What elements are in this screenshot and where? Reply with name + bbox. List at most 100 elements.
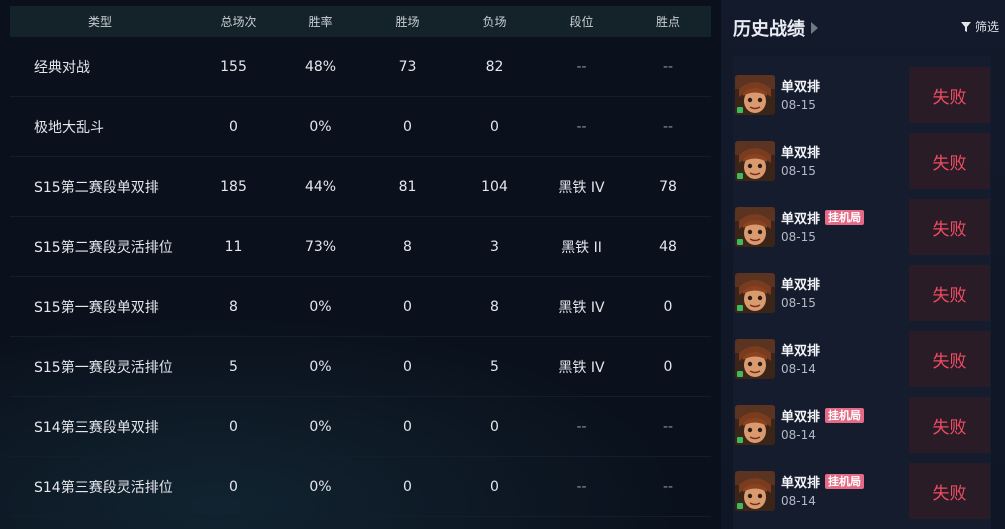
cell-wins: 73	[398, 58, 417, 75]
match-mode-label: 单双排	[781, 344, 821, 359]
cell-rank: 黑铁 II	[561, 239, 602, 256]
afk-badge: 挂机局	[825, 408, 865, 423]
table-row[interactable]: S15第二赛段单双排 185 44% 81 104 黑铁 IV 78	[10, 157, 711, 217]
cell-wins: 0	[403, 358, 412, 375]
match-item[interactable]: 单双排 挂机局 08-14 失败	[733, 392, 991, 458]
cell-losses: 82	[485, 58, 504, 75]
match-date: 08-15	[781, 98, 816, 112]
table-header: 类型 总场次 胜率 胜场 负场 段位 胜点	[10, 6, 711, 37]
cell-wins: 0	[403, 298, 412, 315]
match-date: 08-14	[781, 362, 816, 376]
match-mode: 单双排 挂机局	[781, 472, 865, 491]
match-result: 失败	[909, 265, 990, 321]
match-mode: 单双排 挂机局	[781, 208, 865, 227]
cell-wins: 8	[403, 238, 412, 255]
cell-total-games: 0	[229, 118, 238, 135]
chevron-right-icon[interactable]	[811, 22, 818, 34]
cell-losses: 8	[490, 298, 499, 315]
table-row[interactable]: S15第一赛段灵活排位 5 0% 0 5 黑铁 IV 0	[10, 337, 711, 397]
match-item[interactable]: 单双排 08-15 失败	[733, 62, 991, 128]
cell-rank: --	[576, 118, 587, 135]
match-date: 08-14	[781, 428, 816, 442]
cell-lp: 78	[659, 178, 677, 195]
table-row[interactable]: S15第一赛段单双排 8 0% 0 8 黑铁 IV 0	[10, 277, 711, 337]
match-item[interactable]: 单双排 挂机局 08-15 失败	[733, 194, 991, 260]
cell-wins: 0	[403, 418, 412, 435]
cell-type: 经典对战	[34, 59, 90, 76]
cell-win-rate: 0%	[309, 478, 332, 495]
match-result: 失败	[909, 331, 990, 387]
cell-losses: 104	[481, 178, 508, 195]
match-mode-label: 单双排	[781, 146, 821, 161]
match-date: 08-15	[781, 230, 816, 244]
header-wins: 胜场	[395, 15, 420, 29]
table-row[interactable]: S14第三赛段灵活排位 0 0% 0 0 -- --	[10, 457, 711, 517]
cell-type: S15第一赛段单双排	[34, 299, 159, 316]
cell-type: S14第三赛段单双排	[34, 419, 159, 436]
cell-losses: 0	[490, 418, 499, 435]
afk-badge: 挂机局	[825, 210, 865, 225]
table-row[interactable]: S15第二赛段灵活排位 11 73% 8 3 黑铁 II 48	[10, 217, 711, 277]
cell-losses: 5	[490, 358, 499, 375]
cell-win-rate: 73%	[304, 238, 337, 255]
cell-wins: 0	[403, 118, 412, 135]
ranked-stats-table: 类型 总场次 胜率 胜场 负场 段位 胜点 经典对战 155 48% 73 82 -- --…	[10, 6, 711, 517]
cell-rank: 黑铁 IV	[558, 299, 605, 316]
cell-type: S15第二赛段灵活排位	[34, 239, 173, 256]
history-title[interactable]: 历史战绩	[733, 15, 805, 41]
cell-wins: 0	[403, 478, 412, 495]
cell-rank: --	[576, 58, 587, 75]
cell-losses: 3	[490, 238, 499, 255]
cell-total-games: 155	[220, 58, 247, 75]
cell-rank: 黑铁 IV	[558, 359, 605, 376]
champion-avatar	[735, 471, 775, 511]
cell-rank: --	[576, 418, 587, 435]
match-mode-label: 单双排	[781, 410, 821, 425]
match-mode-label: 单双排	[781, 278, 821, 293]
header-lp: 胜点	[655, 15, 680, 29]
champion-avatar	[735, 405, 775, 445]
cell-total-games: 5	[229, 358, 238, 375]
match-mode-label: 单双排	[781, 476, 821, 491]
match-date: 08-14	[781, 494, 816, 508]
match-mode: 单双排	[781, 274, 820, 293]
cell-total-games: 11	[224, 238, 243, 255]
cell-lp: 0	[663, 298, 673, 315]
cell-losses: 0	[490, 118, 499, 135]
cell-type: S15第一赛段灵活排位	[34, 359, 173, 376]
cell-win-rate: 0%	[309, 298, 332, 315]
header-total-games: 总场次	[220, 15, 257, 29]
champion-avatar	[735, 75, 775, 115]
match-item[interactable]: 单双排 挂机局 08-14 失败	[733, 458, 991, 524]
match-item[interactable]: 单双排 08-14 失败	[733, 326, 991, 392]
cell-wins: 81	[398, 178, 417, 195]
history-header: 历史战绩 筛选	[721, 0, 1005, 56]
table-row[interactable]: 极地大乱斗 0 0% 0 0 -- --	[10, 97, 711, 157]
match-list: 单双排 08-15 失败 单双排 08-15 失败 单双排 挂机局 08-15 失败 单双排 0…	[733, 56, 991, 529]
cell-lp: 48	[659, 238, 677, 255]
cell-lp: 0	[663, 358, 673, 375]
table-row[interactable]: 经典对战 155 48% 73 82 -- --	[10, 37, 711, 97]
match-date: 08-15	[781, 296, 816, 310]
match-result: 失败	[909, 463, 990, 519]
cell-win-rate: 0%	[309, 118, 332, 135]
match-result: 失败	[909, 133, 990, 189]
table-row[interactable]: S14第三赛段单双排 0 0% 0 0 -- --	[10, 397, 711, 457]
cell-win-rate: 0%	[309, 418, 332, 435]
header-type: 类型	[87, 15, 112, 29]
filter-label: 筛选	[974, 20, 999, 34]
match-history-panel: 历史战绩 筛选 单双排 08-15 失败 单双排 08-15 失败 单双排 挂机局 08-1…	[721, 0, 1005, 529]
cell-total-games: 8	[229, 298, 238, 315]
match-date: 08-15	[781, 164, 816, 178]
match-mode-label: 单双排	[781, 80, 821, 95]
cell-total-games: 0	[229, 478, 238, 495]
cell-type: S15第二赛段单双排	[34, 179, 159, 196]
match-item[interactable]: 单双排 08-15 失败	[733, 260, 991, 326]
match-item[interactable]: 单双排 08-15 失败	[733, 128, 991, 194]
filter-button[interactable]: 筛选	[960, 18, 999, 35]
cell-lp: --	[662, 118, 674, 135]
cell-win-rate: 0%	[309, 358, 332, 375]
match-mode: 单双排	[781, 340, 820, 359]
cell-rank: --	[576, 478, 587, 495]
header-losses: 负场	[482, 15, 507, 29]
